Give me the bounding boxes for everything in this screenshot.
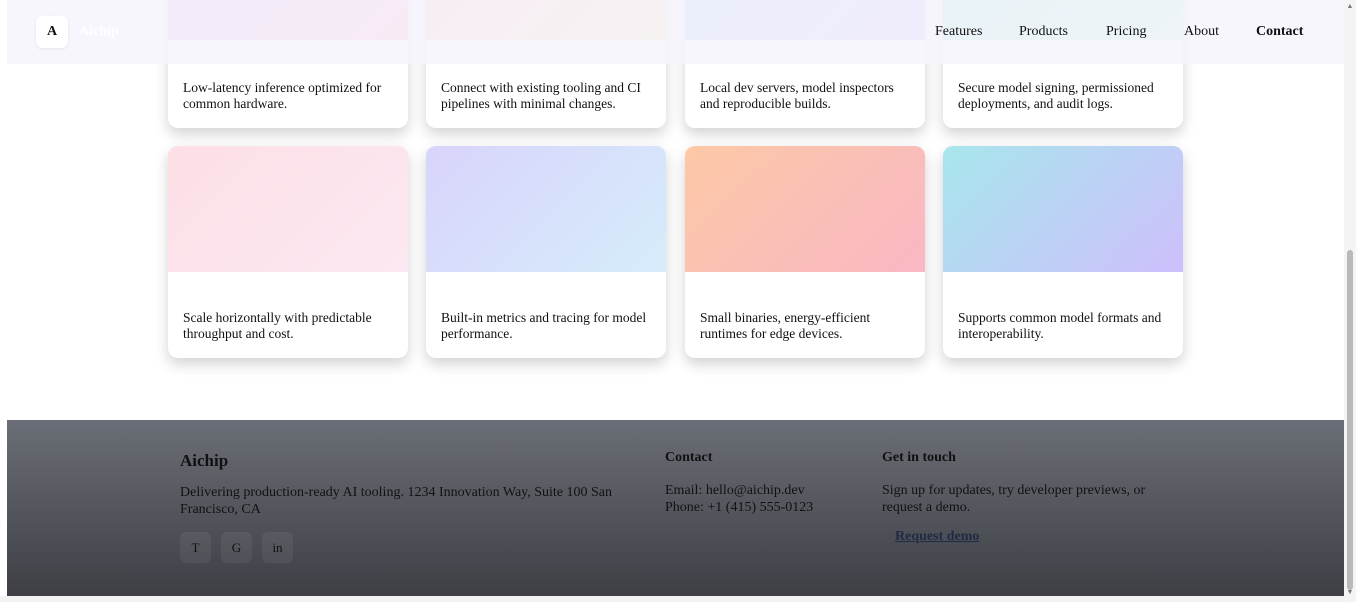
card-thumbnail — [943, 146, 1183, 272]
footer-brand: Aichip — [180, 451, 229, 470]
social-links: T G in — [180, 532, 293, 563]
card-thumbnail — [426, 146, 666, 272]
card-thumbnail — [685, 146, 925, 272]
request-demo-link[interactable]: Request demo — [895, 529, 979, 545]
twitter-icon[interactable]: T — [180, 532, 211, 563]
nav-features[interactable]: Features — [935, 24, 982, 40]
card-description: Connect with existing tooling and CI pip… — [441, 80, 641, 111]
scroll-down-icon[interactable]: ▼ — [1346, 588, 1354, 596]
contact-info: Email: hello@aichip.dev Phone: +1 (415) … — [665, 482, 813, 516]
feature-card[interactable]: Scale horizontally with predictable thro… — [168, 146, 408, 358]
nav-contact[interactable]: Contact — [1256, 24, 1303, 40]
nav-products[interactable]: Products — [1019, 24, 1068, 40]
card-description: Scale horizontally with predictable thro… — [183, 310, 372, 341]
card-description: Supports common model formats and intero… — [958, 310, 1162, 341]
card-description: Built-in metrics and tracing for model p… — [441, 310, 647, 341]
nav-pricing[interactable]: Pricing — [1106, 24, 1146, 40]
card-description: Local dev servers, model inspectors and … — [700, 80, 894, 111]
site-header: A Aichip Features Products Pricing About… — [7, 0, 1344, 64]
contact-heading: Contact — [665, 450, 713, 465]
brand[interactable]: A Aichip — [36, 16, 119, 48]
footer-description: Delivering production-ready AI tooling. … — [180, 485, 613, 517]
vertical-scrollbar[interactable]: ▲ ▼ — [1344, 0, 1356, 602]
get-in-touch-text: Sign up for updates, try developer previ… — [882, 483, 1146, 515]
feature-card[interactable]: Built-in metrics and tracing for model p… — [426, 146, 666, 358]
card-description: Low-latency inference optimized for comm… — [183, 80, 382, 111]
get-in-touch-heading: Get in touch — [882, 450, 956, 465]
scroll-up-icon[interactable]: ▲ — [1346, 2, 1354, 10]
card-description: Small binaries, energy-efficient runtime… — [700, 310, 871, 341]
card-description: Secure model signing, permissioned deplo… — [958, 80, 1154, 111]
feature-card[interactable]: Supports common model formats and intero… — [943, 146, 1183, 358]
logo-icon[interactable]: A — [36, 16, 68, 48]
contact-email[interactable]: Email: hello@aichip.dev — [665, 482, 813, 499]
brand-name[interactable]: Aichip — [79, 24, 119, 40]
site-footer: Aichip Delivering production-ready AI to… — [7, 420, 1344, 596]
browser-frame: A Aichip Features Products Pricing About… — [0, 0, 1356, 602]
bottom-edge — [0, 596, 1344, 602]
page-viewport: A Aichip Features Products Pricing About… — [7, 0, 1344, 596]
card-thumbnail — [168, 146, 408, 272]
nav-about[interactable]: About — [1184, 24, 1219, 40]
linkedin-icon[interactable]: in — [262, 532, 293, 563]
contact-phone[interactable]: Phone: +1 (415) 555-0123 — [665, 499, 813, 516]
github-icon[interactable]: G — [221, 532, 252, 563]
scrollbar-thumb[interactable] — [1347, 250, 1353, 590]
feature-card[interactable]: Small binaries, energy-efficient runtime… — [685, 146, 925, 358]
